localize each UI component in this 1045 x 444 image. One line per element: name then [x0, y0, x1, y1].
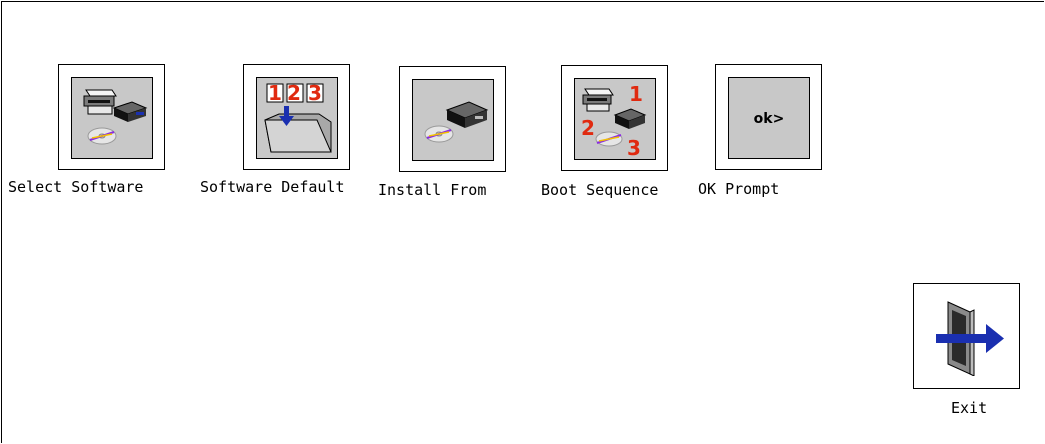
software-default-label: Software Default: [200, 178, 345, 196]
boot-sequence-button[interactable]: 1 2 3: [561, 65, 668, 171]
ok-prompt-icon-text: ok>: [754, 111, 785, 127]
boot-number-2: 2: [581, 116, 595, 140]
select-software-icon: [71, 77, 153, 159]
default-number-2: 2: [287, 81, 301, 105]
exit-icon: [926, 296, 1008, 378]
default-number-1: 1: [268, 81, 282, 105]
boot-sequence-label: Boot Sequence: [541, 181, 659, 199]
install-from-button[interactable]: [399, 66, 506, 172]
exit-label: Exit: [951, 399, 988, 417]
boot-number-3: 3: [627, 136, 641, 159]
exit-button[interactable]: [913, 283, 1020, 389]
install-from-icon: [412, 79, 494, 161]
ok-prompt-button[interactable]: ok>: [715, 64, 822, 170]
install-from-label: Install From: [378, 181, 487, 199]
select-software-label: Select Software: [8, 178, 144, 196]
boot-sequence-icon: 1 2 3: [574, 78, 656, 160]
default-number-3: 3: [308, 81, 322, 105]
ok-prompt-icon: ok>: [728, 77, 810, 159]
ok-prompt-label: OK Prompt: [698, 180, 780, 198]
software-default-icon: 1 2 3: [256, 77, 338, 159]
software-default-button[interactable]: 1 2 3: [243, 64, 350, 170]
boot-number-1: 1: [629, 82, 643, 106]
select-software-button[interactable]: [58, 64, 165, 170]
